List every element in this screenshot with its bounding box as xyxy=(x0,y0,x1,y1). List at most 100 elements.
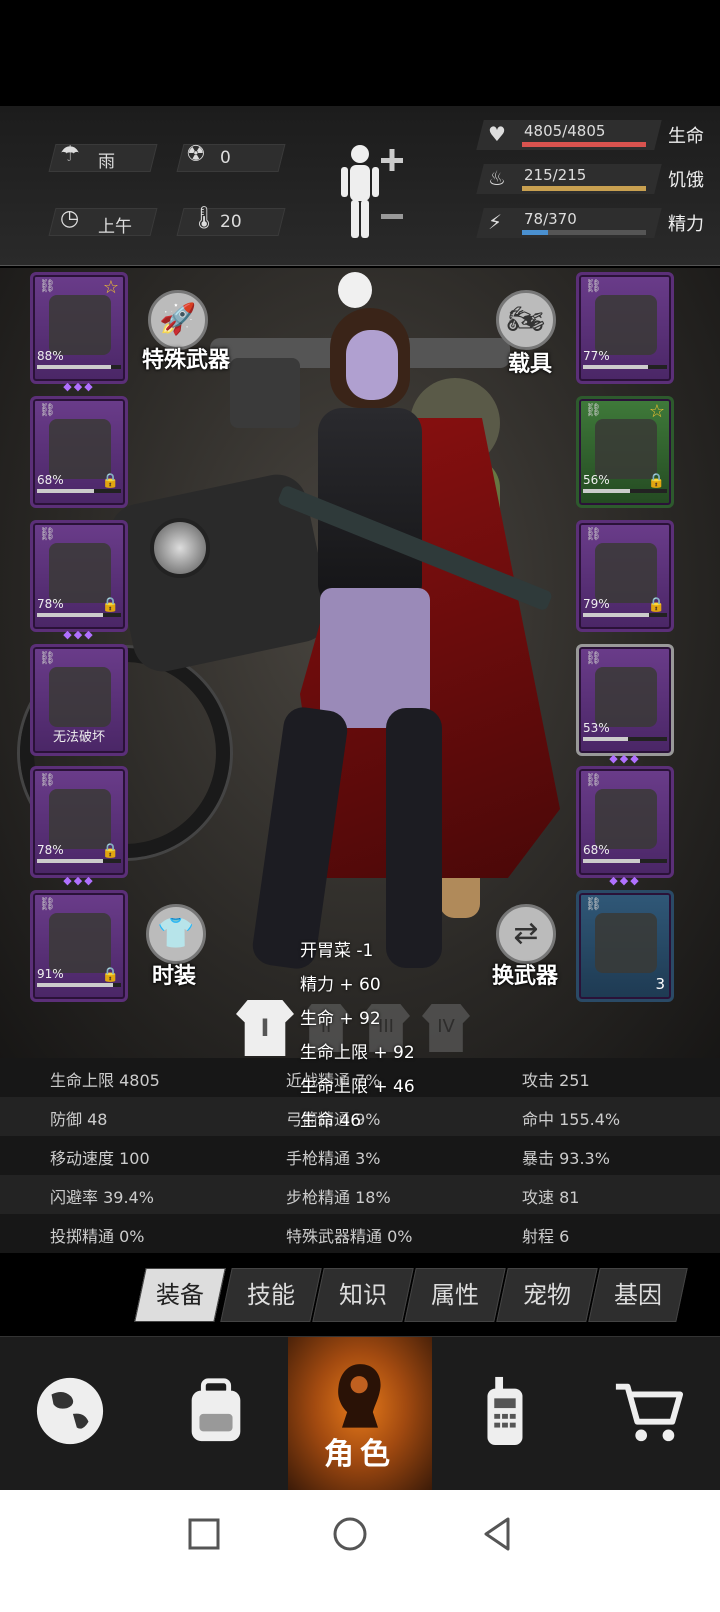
attribute-cell: 步枪精通 18% xyxy=(286,1188,391,1207)
fashion-button[interactable]: 👕 xyxy=(146,904,206,964)
float-text: 开胃菜 -1 xyxy=(300,941,374,961)
item-art xyxy=(595,543,657,603)
right-slot-1[interactable]: ⛓ 77% xyxy=(576,272,674,384)
right-slot-4[interactable]: ⛓ 53% ◆◆◆ xyxy=(576,644,674,765)
durability-bar xyxy=(37,983,121,987)
tab-pets[interactable]: 宠物 xyxy=(496,1268,598,1322)
left-slot-3[interactable]: ⛓ 78% 🔒 ◆◆◆ xyxy=(30,520,128,641)
left-slot-2[interactable]: ⛓ 68% 🔒 xyxy=(30,396,128,508)
gem-sockets: ◆◆◆ xyxy=(609,752,641,765)
link-icon: ⛓ xyxy=(39,403,56,418)
motorcycle-headlight xyxy=(150,518,210,578)
attribute-cell: 射程 6 xyxy=(522,1227,570,1246)
durability-percent: 77% xyxy=(583,349,610,363)
durability-bar xyxy=(583,489,667,493)
item-art xyxy=(595,419,657,479)
star-icon: ☆ xyxy=(648,401,665,422)
tab-attributes[interactable]: 属性 xyxy=(404,1268,506,1322)
temperature-value: 20 xyxy=(220,212,242,232)
special-weapon-button[interactable]: 🚀 xyxy=(148,290,208,350)
special-weapon-label: 特殊武器 xyxy=(142,348,231,373)
durability-percent: 79% xyxy=(583,597,610,611)
lock-icon: 🔒 xyxy=(101,473,119,489)
character-thighs xyxy=(320,588,430,728)
lightning-icon: ⚡ xyxy=(488,210,503,234)
nav-character-button[interactable]: 角色 xyxy=(288,1337,432,1491)
right-slot-5[interactable]: ⛓ 68% ◆◆◆ xyxy=(576,766,674,887)
energy-bar xyxy=(522,230,646,235)
right-slot-2[interactable]: ⛓ ☆ 56% 🔒 xyxy=(576,396,674,508)
tab-knowledge[interactable]: 知识 xyxy=(312,1268,414,1322)
energy-value: 78/370 xyxy=(524,210,577,228)
character-right-leg xyxy=(386,708,442,968)
attribute-cell: 手枪精通 3% xyxy=(286,1149,381,1168)
right-slot-6[interactable]: ⛓ 3 xyxy=(576,890,674,1002)
link-icon: ⛓ xyxy=(585,279,602,294)
energy-stat: ⚡ 78/370 精力 xyxy=(476,208,704,238)
float-text: 生命上限 + 46 xyxy=(300,1077,415,1097)
character-face xyxy=(346,330,398,400)
left-slot-6[interactable]: ⛓ 91% 🔒 xyxy=(30,890,128,1002)
link-icon: ⛓ xyxy=(39,897,56,912)
time-text: 上午 xyxy=(98,217,132,237)
tab-bar: 装备 技能 知识 属性 宠物 基因 xyxy=(130,1268,690,1324)
link-icon: ⛓ xyxy=(585,651,602,666)
link-icon: ⛓ xyxy=(39,527,56,542)
outfit-tab-1[interactable]: I xyxy=(236,1000,294,1056)
attribute-row: 移动速度 100 手枪精通 3% 暴击 93.3% xyxy=(0,1136,720,1175)
lock-icon: 🔒 xyxy=(101,843,119,859)
nav-radio-button[interactable] xyxy=(432,1337,576,1491)
left-slot-4[interactable]: ⛓ 无法破坏 xyxy=(30,644,128,756)
body-status-icon[interactable] xyxy=(338,142,408,242)
character-icon xyxy=(338,1364,381,1428)
float-text: 生命 46 xyxy=(300,1111,362,1131)
radiation-icon: ☢ xyxy=(186,142,206,167)
attribute-cell: 攻击 251 xyxy=(522,1071,590,1090)
right-slot-3[interactable]: ⛓ 79% 🔒 xyxy=(576,520,674,632)
cart-icon xyxy=(615,1383,684,1442)
link-icon: ⛓ xyxy=(39,651,56,666)
hunger-label: 饥饿 xyxy=(668,170,704,191)
item-art xyxy=(49,419,111,479)
swap-weapon-button[interactable]: ⇄ xyxy=(496,904,556,964)
durability-percent: 78% xyxy=(37,843,64,857)
lock-icon: 🔒 xyxy=(101,967,119,983)
item-art xyxy=(595,913,657,973)
bottom-nav: 角色 xyxy=(0,1336,720,1491)
gem-sockets: ◆◆◆ xyxy=(63,874,95,887)
character-scene: ⛓ ☆ 88% ◆◆◆ ⛓ 68% 🔒 ⛓ 78% 🔒 ◆◆◆ ⛓ 无法破坏 ⛓ 78% 🔒 ◆◆◆ ⛓ 91% 🔒 … xyxy=(0,268,720,1086)
heart-icon: ♥ xyxy=(488,122,506,146)
home-button[interactable] xyxy=(330,1514,370,1554)
attribute-row: 闪避率 39.4% 步枪精通 18% 攻速 81 xyxy=(0,1175,720,1214)
rabbit-pet-icon xyxy=(338,272,372,308)
nav-backpack-button[interactable] xyxy=(144,1337,288,1491)
durability-percent: 78% xyxy=(37,597,64,611)
tab-genes[interactable]: 基因 xyxy=(588,1268,688,1322)
left-slot-1[interactable]: ⛓ ☆ 88% ◆◆◆ xyxy=(30,272,128,393)
nav-shop-button[interactable] xyxy=(576,1337,720,1491)
rain-cloud-icon: ☂ xyxy=(60,142,80,167)
durability-bar xyxy=(37,489,121,493)
float-text: 生命 + 92 xyxy=(300,1009,381,1029)
swap-weapon-label: 换武器 xyxy=(492,964,559,989)
nav-world-button[interactable] xyxy=(0,1337,144,1491)
tab-skills[interactable]: 技能 xyxy=(220,1268,322,1322)
vehicle-label: 载具 xyxy=(508,352,553,377)
recent-apps-button[interactable] xyxy=(184,1514,224,1554)
durability-percent: 68% xyxy=(37,473,64,487)
item-art xyxy=(595,295,657,355)
item-count: 3 xyxy=(655,975,665,993)
link-icon: ⛓ xyxy=(585,403,602,418)
nav-character-label: 角色 xyxy=(324,1437,396,1472)
left-slot-5[interactable]: ⛓ 78% 🔒 ◆◆◆ xyxy=(30,766,128,887)
back-button[interactable] xyxy=(478,1514,518,1554)
globe-icon xyxy=(36,1377,104,1445)
health-label: 生命 xyxy=(668,126,704,147)
star-icon: ☆ xyxy=(102,277,119,298)
attribute-cell: 防御 48 xyxy=(50,1110,108,1129)
vehicle-button[interactable]: 🏍 xyxy=(496,290,556,350)
durability-bar xyxy=(583,859,667,863)
attribute-row: 投掷精通 0% 特殊武器精通 0% 射程 6 xyxy=(0,1214,720,1253)
outfit-tab-4[interactable]: IV xyxy=(422,1004,470,1052)
tab-equipment[interactable]: 装备 xyxy=(134,1268,226,1322)
